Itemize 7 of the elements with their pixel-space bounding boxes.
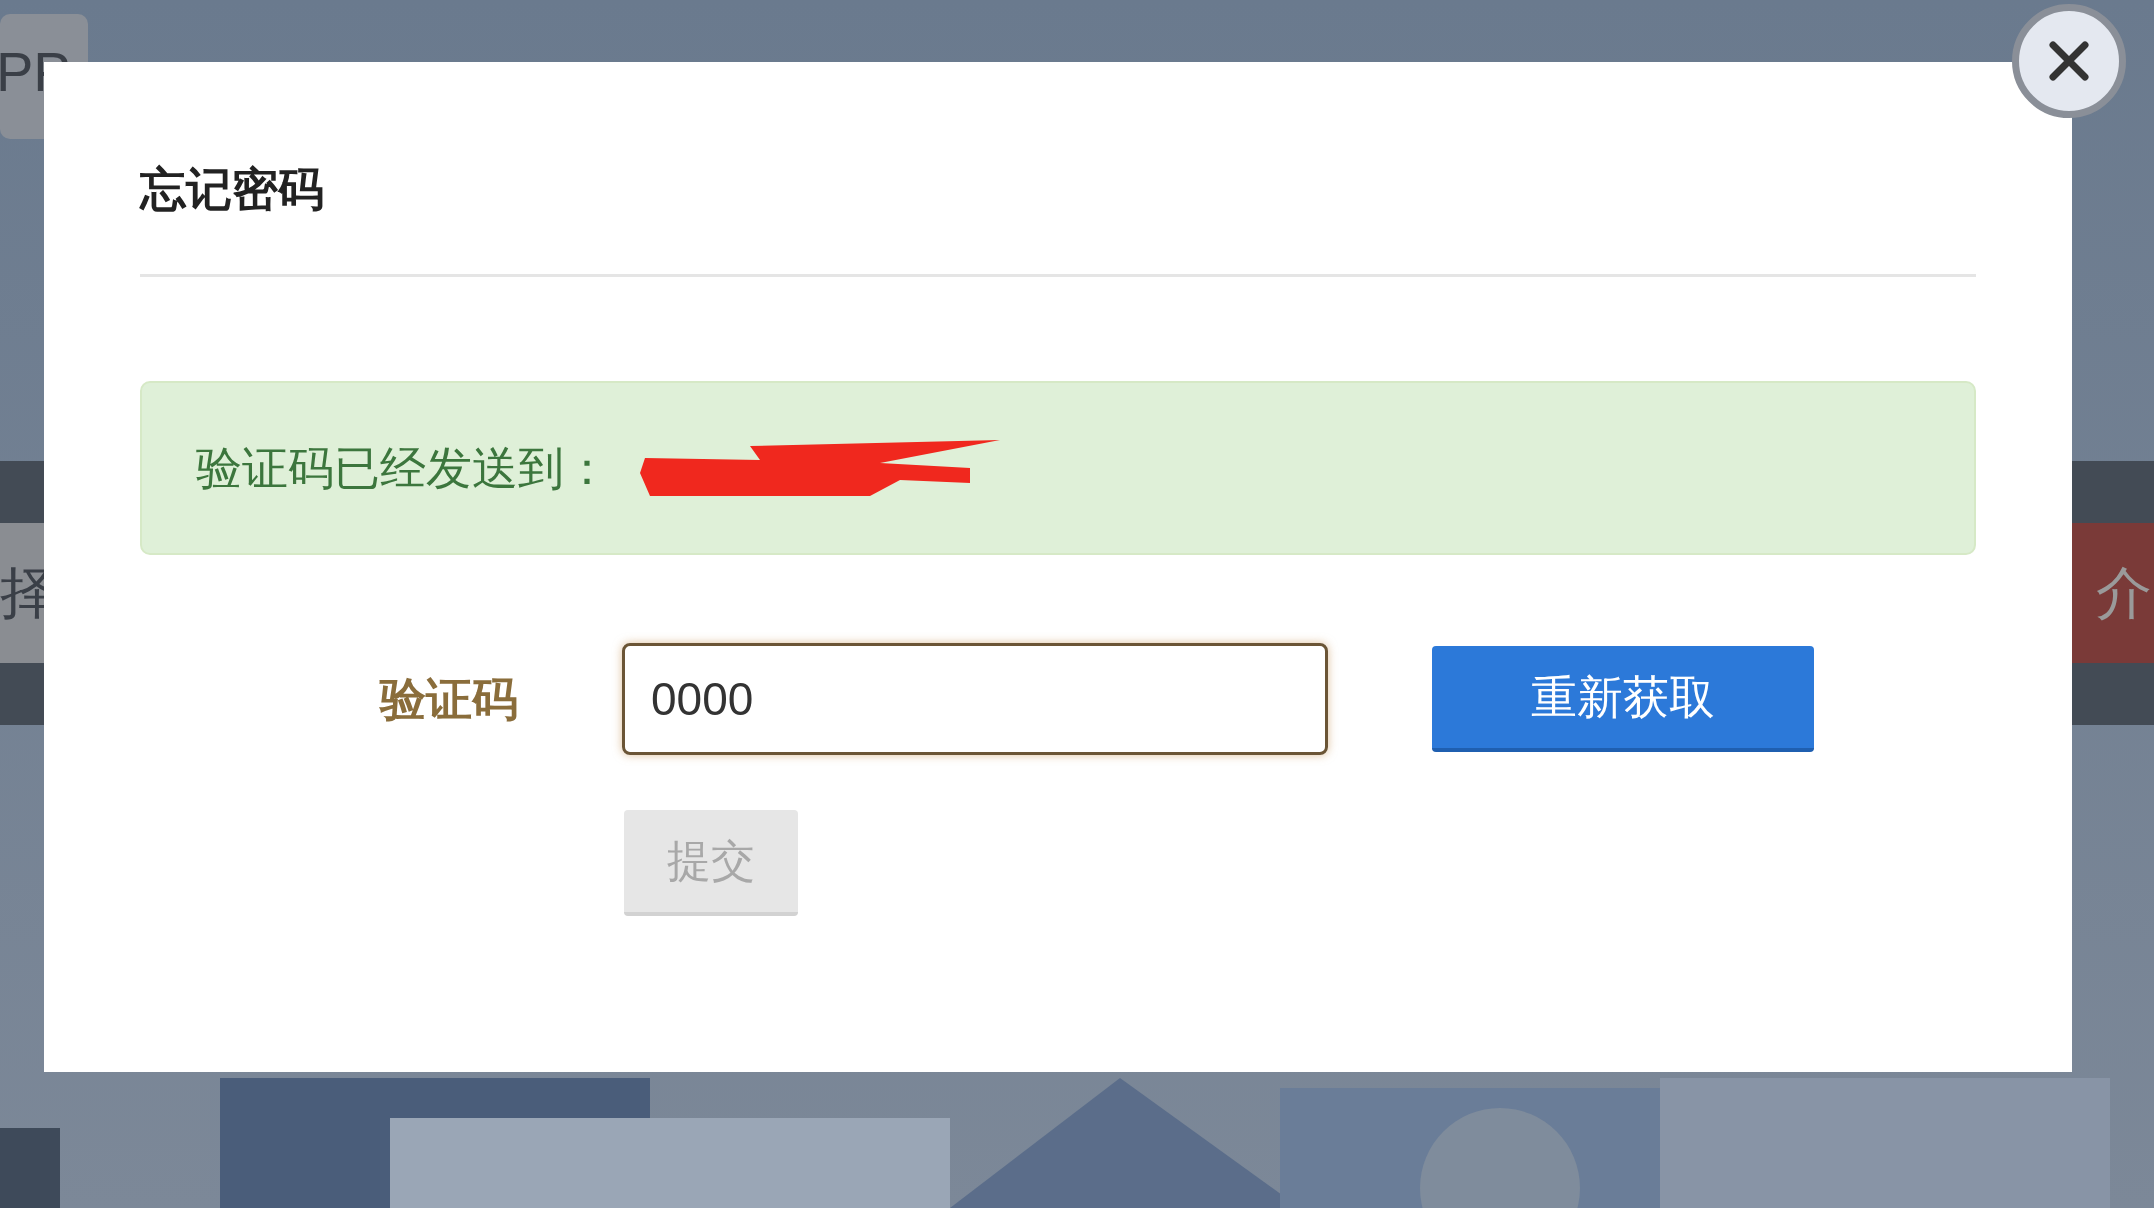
code-label: 验证码 xyxy=(380,671,518,727)
dialog-title: 忘记密码 xyxy=(140,166,324,212)
close-icon xyxy=(2049,41,2089,81)
resend-button[interactable]: 重新获取 xyxy=(1432,646,1814,752)
background-label: 介 xyxy=(2096,560,2152,626)
code-input-field[interactable]: 0000 xyxy=(622,643,1328,755)
alert-text: 验证码已经发送到： xyxy=(196,440,610,496)
